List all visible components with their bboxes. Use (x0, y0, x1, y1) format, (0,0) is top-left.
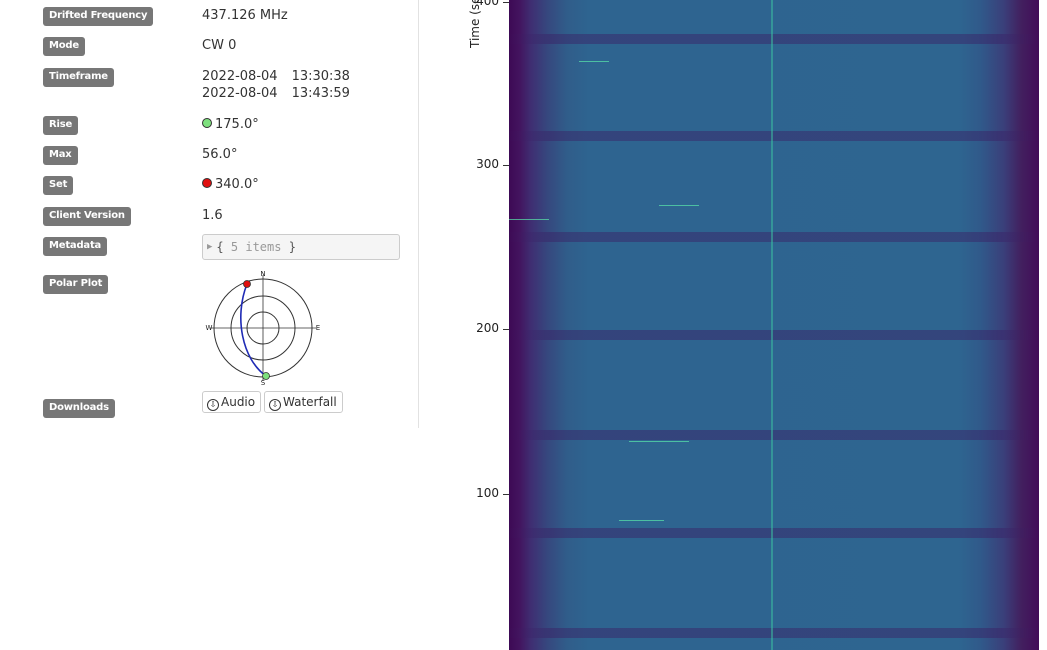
mode-label: Mode (43, 37, 85, 56)
set-value: 340.0° (215, 177, 259, 192)
timeframe-end-date: 2022-08-04 (202, 86, 278, 101)
drifted-frequency-label: Drifted Frequency (43, 7, 154, 26)
noise-band (509, 430, 1039, 440)
waterfall-spectrogram[interactable] (509, 0, 1039, 650)
expand-arrow-icon[interactable]: ▶ (207, 242, 212, 252)
metadata-label: Metadata (43, 237, 108, 256)
signal-streak (579, 61, 609, 62)
timeframe-end-time: 13:43:59 (291, 86, 350, 101)
signal-carrier-line (771, 0, 773, 650)
timeframe-value: 2022-08-04 13:30:38 2022-08-04 13:43:59 (202, 68, 350, 102)
timeframe-label: Timeframe (43, 68, 114, 87)
client-version-label: Client Version (43, 207, 131, 226)
signal-streak (659, 205, 699, 206)
y-tick-label-300: 300 (476, 157, 499, 171)
drifted-frequency-value: 437.126 MHz (202, 8, 288, 23)
polar-south-label: S (261, 379, 266, 387)
noise-band (509, 528, 1039, 538)
download-icon: ⇩ (207, 399, 219, 411)
client-version-value: 1.6 (202, 208, 223, 223)
noise-band (509, 232, 1039, 242)
signal-streak (629, 441, 689, 442)
polar-plot: N E S W (206, 270, 321, 387)
noise-band (509, 628, 1039, 638)
set-point-marker (243, 280, 251, 288)
rise-value: 175.0° (215, 117, 259, 132)
download-audio-label: Audio (221, 395, 256, 409)
y-tick-label-200: 200 (476, 321, 499, 335)
rise-indicator-icon (202, 118, 212, 128)
observation-details: Drifted Frequency 437.126 MHz Mode CW 0 … (0, 0, 419, 428)
timeframe-start-date: 2022-08-04 (202, 69, 278, 84)
download-waterfall-label: Waterfall (283, 395, 337, 409)
set-indicator-icon (202, 178, 212, 188)
signal-streak (619, 520, 664, 521)
mode-value: CW 0 (202, 38, 237, 53)
polar-plot-label: Polar Plot (43, 275, 109, 294)
timeframe-start-time: 13:30:38 (291, 69, 350, 84)
metadata-open-brace: { (216, 240, 224, 254)
download-audio-button[interactable]: ⇩ Audio (202, 391, 262, 413)
rise-point-marker (262, 372, 270, 380)
y-tick-label-100: 100 (476, 486, 499, 500)
polar-east-label: E (316, 324, 320, 332)
noise-band (509, 131, 1039, 141)
signal-streak (509, 219, 549, 220)
max-value: 56.0° (202, 147, 238, 162)
noise-band (509, 34, 1039, 44)
set-value-wrap: 340.0° (202, 176, 259, 193)
y-tick-label-400: 400 (476, 0, 499, 8)
polar-west-label: W (206, 324, 213, 332)
download-waterfall-button[interactable]: ⇩ Waterfall (264, 391, 343, 413)
set-label: Set (43, 176, 74, 195)
rise-value-wrap: 175.0° (202, 116, 259, 133)
metadata-close-brace: } (288, 240, 296, 254)
metadata-item-count: 5 items (230, 240, 282, 254)
rise-label: Rise (43, 116, 79, 135)
polar-north-label: N (260, 270, 265, 278)
max-label: Max (43, 146, 78, 165)
observation-page: Drifted Frequency 437.126 MHz Mode CW 0 … (0, 0, 1047, 650)
noise-band (509, 330, 1039, 340)
downloads-label: Downloads (43, 399, 115, 418)
metadata-json-viewer[interactable]: ▶ { 5 items } (202, 234, 400, 260)
download-icon: ⇩ (269, 399, 281, 411)
